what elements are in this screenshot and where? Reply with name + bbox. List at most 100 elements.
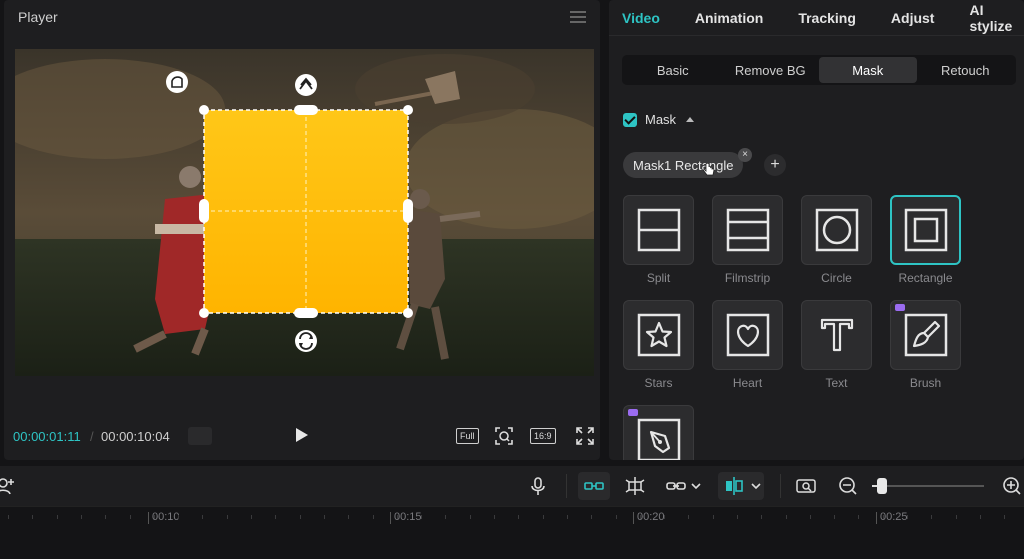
zoom-fit-icon[interactable] [494,426,514,446]
preview-axis-icon[interactable] [724,476,744,496]
properties-panel: Video Animation Tracking Adjust AI styli… [609,0,1024,460]
chevron-down-icon[interactable] [750,476,762,496]
ruler-minor-tick [373,515,374,519]
split-icon [637,208,680,252]
zoom-to-fit-icon[interactable] [796,476,816,496]
ruler-minor-tick [858,515,859,519]
video-frame [15,49,594,376]
ruler-minor-tick [664,515,665,519]
ruler-minor-tick [105,515,106,519]
tab-video[interactable]: Video [622,10,660,26]
mask-section-header: Mask [623,112,695,127]
ruler-minor-tick [324,515,325,519]
mask-shape-heart[interactable]: Heart [712,300,783,390]
mask-item-pill[interactable]: Mask1 Rectangle [623,152,744,178]
text-icon [820,318,853,352]
ruler-minor-tick [567,515,568,519]
mask-checkbox[interactable] [623,112,637,127]
ruler-minor-tick [445,515,446,519]
zoom-slider-track[interactable] [880,485,984,487]
add-person-icon[interactable] [0,476,16,496]
mask-shape-split[interactable]: Split [623,195,694,285]
ruler-minor-tick [883,515,884,519]
zoom-slider-thumb[interactable] [877,478,887,494]
ruler-minor-tick [1004,515,1005,519]
ruler-minor-tick [421,515,422,519]
ruler-minor-tick [713,515,714,519]
link-icon[interactable] [666,476,686,496]
timeline-ruler[interactable]: 00:10 00:15 00:20 00:25 [0,506,1024,559]
add-mask-button[interactable]: + [764,154,786,176]
subtab-retouch[interactable]: Retouch [917,57,1015,83]
tab-ai-stylize[interactable]: AI stylize [969,2,1012,34]
mask-shape-rectangle[interactable]: Rectangle [890,195,961,285]
video-subtabs: Basic Remove BG Mask Retouch [622,55,1016,85]
tab-tracking[interactable]: Tracking [798,10,856,26]
ruler-minor-tick [980,515,981,519]
ruler-tick-label: 00:20 [633,511,665,524]
zoom-in-icon[interactable] [1002,476,1022,496]
play-icon[interactable] [296,428,308,442]
ruler-minor-tick [275,515,276,519]
shape-label: Split [646,271,671,285]
ruler-minor-tick [300,515,301,519]
main-track-magnet-icon[interactable] [584,476,604,496]
pro-badge-icon [628,409,638,416]
property-tabs: Video Animation Tracking Adjust AI styli… [609,0,1024,36]
tab-animation[interactable]: Animation [695,10,763,26]
mask-shape-brush[interactable]: Brush [890,300,961,390]
mask-shape-stars[interactable]: Stars [623,300,694,390]
fullscreen-icon[interactable] [575,426,595,446]
video-preview[interactable] [15,49,594,376]
ruler-minor-tick [494,515,495,519]
ruler-minor-tick [810,515,811,519]
tab-adjust[interactable]: Adjust [891,10,935,26]
collapse-caret-icon[interactable] [686,117,695,122]
ruler-minor-tick [956,515,957,519]
mask-shape-pen[interactable] [623,405,694,460]
aspect-ratio-button[interactable]: 16:9 [530,428,556,444]
timeline-toolbar [0,466,1024,506]
ruler-minor-tick [81,515,82,519]
ruler-minor-tick [907,515,908,519]
auto-snap-icon[interactable] [625,476,645,496]
player-panel: Player 00:00:01:11 / 00:00:10:04 Full 16… [4,0,600,460]
player-controls: 00:00:01:11 / 00:00:10:04 Full 16:9 [4,420,600,452]
current-time: 00:00:01:11 [13,428,81,444]
menu-icon[interactable] [570,11,586,23]
zoom-out-icon[interactable] [838,476,858,496]
ruler-minor-tick [786,515,787,519]
subtab-remove-bg[interactable]: Remove BG [722,57,820,83]
pro-badge-icon [895,304,905,311]
circle-icon [815,208,858,252]
brush-icon [904,313,947,357]
toolbar-divider [566,474,567,498]
ruler-minor-tick [543,515,544,519]
chevron-down-icon[interactable] [690,476,702,496]
microphone-icon[interactable] [528,476,548,496]
ruler-minor-tick [931,515,932,519]
ruler-minor-tick [761,515,762,519]
ruler-minor-tick [32,515,33,519]
ruler-minor-tick [130,515,131,519]
editor-window: Player 00:00:01:11 / 00:00:10:04 Full 16… [0,0,1024,559]
filmstrip-icon [726,208,769,252]
shape-label: Text [825,376,848,390]
timecode-format-button[interactable] [188,427,212,445]
remove-mask-close-icon[interactable]: × [738,148,752,162]
player-title: Player [18,9,58,25]
ruler-minor-tick [251,515,252,519]
mask-shape-text[interactable]: Text [801,300,872,390]
time-separator: / [90,428,94,444]
mask-shape-filmstrip[interactable]: Filmstrip [712,195,783,285]
shape-label: Stars [644,376,673,390]
mask-shape-circle[interactable]: Circle [801,195,872,285]
subtab-mask[interactable]: Mask [819,57,917,83]
ruler-minor-tick [737,515,738,519]
hand-cursor-icon [703,163,715,176]
full-quality-button[interactable]: Full [456,428,479,444]
total-time: 00:00:10:04 [101,428,170,444]
shape-label: Heart [732,376,763,390]
subtab-basic[interactable]: Basic [624,57,722,83]
ruler-tick-label: 00:25 [876,511,908,524]
